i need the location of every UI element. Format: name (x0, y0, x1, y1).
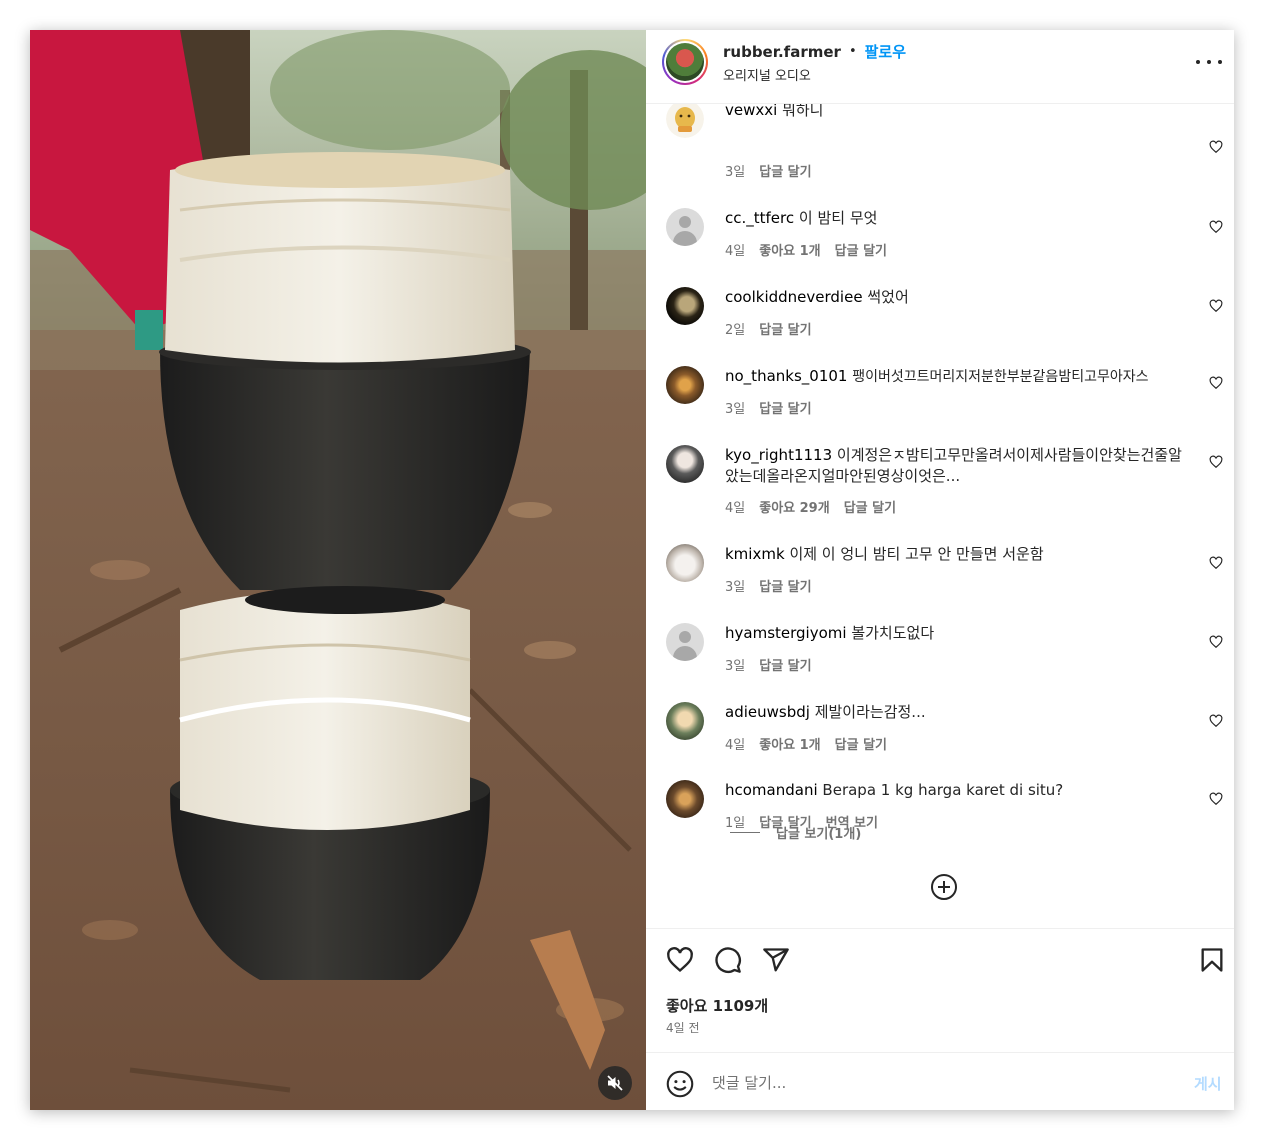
comment-username[interactable]: adieuwsbdj (725, 703, 810, 721)
follow-button[interactable]: 팔로우 (865, 41, 906, 62)
more-options-button[interactable] (1196, 52, 1222, 72)
comment-username[interactable]: kmixmk (725, 545, 785, 563)
comment-username[interactable]: no_thanks_0101 (725, 367, 847, 385)
comment-time[interactable]: 3일 (725, 161, 745, 180)
reply-button[interactable]: 답글 달기 (759, 161, 811, 180)
reply-button[interactable]: 답글 달기 (759, 576, 811, 595)
post-side-panel: rubber.farmer • 팔로우 오리지널 오디오 vewxxi 뭐하니 … (646, 30, 1234, 1110)
comments-list: vewxxi 뭐하니 3일 답글 달기 cc._ttferc 이 밤티 무엇 4… (646, 104, 1234, 928)
header-separator: • (848, 44, 857, 59)
reply-button[interactable]: 답글 달기 (844, 497, 896, 516)
comment-body: Berapa 1 kg harga karet di situ? (822, 781, 1064, 799)
commenter-avatar[interactable] (666, 104, 704, 138)
comment-body: 뭐하니 (782, 104, 824, 119)
comment-like-heart-icon[interactable] (1209, 556, 1223, 570)
comment-username[interactable]: hyamstergiyomi (725, 624, 847, 642)
commenter-avatar[interactable] (666, 544, 704, 582)
comment-icon[interactable] (714, 946, 742, 974)
comment-username[interactable]: coolkiddneverdiee (725, 288, 863, 306)
bookmark-icon[interactable] (1198, 946, 1226, 974)
commenter-avatar[interactable] (666, 287, 704, 325)
post-comment-button[interactable]: 게시 (1194, 1073, 1222, 1094)
mute-toggle-button[interactable] (598, 1066, 632, 1100)
comment-time[interactable]: 3일 (725, 576, 745, 595)
comment-like-heart-icon[interactable] (1209, 635, 1223, 649)
load-more-comments-button[interactable] (930, 873, 958, 901)
more-icon (1196, 60, 1200, 64)
post-timestamp[interactable]: 4일 전 (666, 1019, 700, 1036)
comment-like-heart-icon[interactable] (1209, 714, 1223, 728)
comment-like-heart-icon[interactable] (1209, 140, 1223, 154)
comment-time[interactable]: 2일 (725, 319, 745, 338)
comment-like-heart-icon[interactable] (1209, 376, 1223, 390)
commenter-avatar[interactable] (666, 780, 704, 818)
comment-time[interactable]: 3일 (725, 398, 745, 417)
plus-circle-icon (931, 874, 957, 900)
post-modal: rubber.farmer • 팔로우 오리지널 오디오 vewxxi 뭐하니 … (30, 30, 1234, 1110)
commenter-avatar[interactable] (666, 702, 704, 740)
commenter-avatar[interactable] (666, 445, 704, 483)
comment-body: 제발이라는감정... (814, 703, 926, 721)
post-actions: 좋아요 1109개 4일 전 (646, 928, 1234, 1052)
comment-body: 볼가치도없다 (851, 624, 935, 642)
comment-body: 팽이버섯끄트머리지저분한부분같음밤티고무아자스 (852, 369, 1149, 385)
emoji-icon[interactable] (666, 1070, 694, 1098)
view-replies-label: 답글 보기(1개) (776, 827, 862, 842)
comment-like-heart-icon[interactable] (1209, 792, 1223, 806)
comment-time[interactable]: 3일 (725, 655, 745, 674)
post-header: rubber.farmer • 팔로우 오리지널 오디오 (646, 30, 1234, 104)
comment-username[interactable]: kyo_right1113 (725, 446, 832, 464)
reply-button[interactable]: 답글 달기 (759, 398, 811, 417)
replies-divider (730, 832, 760, 833)
share-icon[interactable] (762, 946, 790, 974)
comment-time[interactable]: 4일 (725, 240, 745, 259)
likes-count[interactable]: 좋아요 1109개 (666, 995, 768, 1016)
comment-body: 썩었어 (867, 288, 909, 306)
post-video[interactable] (30, 30, 646, 1110)
commenter-avatar[interactable] (666, 623, 704, 661)
muted-speaker-icon (607, 1075, 623, 1091)
comment-username[interactable]: hcomandani (725, 781, 818, 799)
comment-time[interactable]: 4일 (725, 497, 745, 516)
comment-likes-count[interactable]: 좋아요 1개 (759, 734, 820, 753)
reply-button[interactable]: 답글 달기 (835, 734, 887, 753)
comment-username[interactable]: cc._ttferc (725, 209, 794, 227)
video-frame-illustration (30, 30, 646, 1110)
add-comment-bar: 게시 (646, 1052, 1234, 1110)
reply-button[interactable]: 답글 달기 (759, 655, 811, 674)
comment-username[interactable]: vewxxi (725, 104, 777, 119)
commenter-avatar[interactable] (666, 208, 704, 246)
comment-body: 이제 이 엉니 밤티 고무 안 만들면 서운함 (789, 545, 1044, 563)
author-avatar[interactable] (662, 39, 708, 85)
reply-button[interactable]: 답글 달기 (759, 319, 811, 338)
comment-likes-count[interactable]: 좋아요 1개 (759, 240, 820, 259)
author-username[interactable]: rubber.farmer (723, 43, 841, 61)
comment-body: 이 밤티 무엇 (798, 209, 878, 227)
comment-time[interactable]: 4일 (725, 734, 745, 753)
comment-like-heart-icon[interactable] (1209, 299, 1223, 313)
comment-like-heart-icon[interactable] (1209, 220, 1223, 234)
reply-button[interactable]: 답글 달기 (835, 240, 887, 259)
comment-likes-count[interactable]: 좋아요 29개 (759, 497, 829, 516)
comment-like-heart-icon[interactable] (1209, 455, 1223, 469)
view-replies-button[interactable]: 답글 보기(1개) (730, 823, 861, 842)
heart-icon[interactable] (666, 946, 694, 974)
comment-input[interactable] (712, 1069, 1152, 1097)
commenter-avatar[interactable] (666, 366, 704, 404)
audio-label[interactable]: 오리지널 오디오 (723, 65, 811, 84)
